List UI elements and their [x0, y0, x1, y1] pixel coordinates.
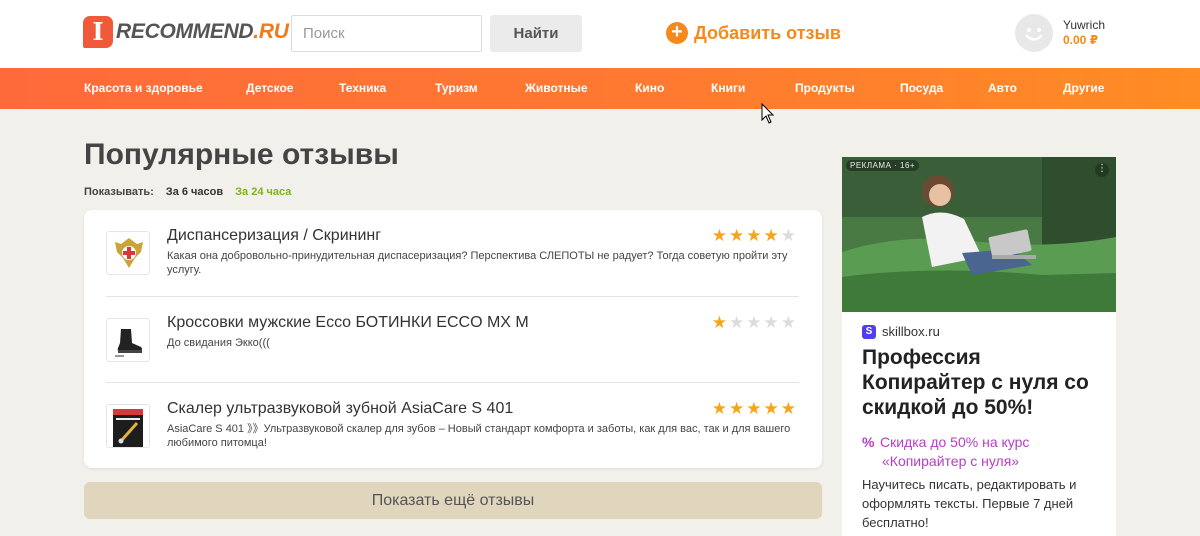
nav-item-dishes[interactable]: Посуда [900, 81, 943, 95]
boot-icon [106, 318, 150, 362]
logo-text: RECOMMEND.RU [116, 20, 289, 44]
user-balance: 0.00 ₽ [1063, 33, 1099, 47]
star-empty-icon: ★ [780, 226, 796, 245]
percent-icon: % [862, 434, 875, 450]
nav-item-beauty[interactable]: Красота и здоровье [84, 81, 203, 95]
star-empty-icon: ★ [729, 313, 745, 332]
star-filled-icon: ★ [763, 226, 779, 245]
review-item[interactable]: Скалер ультразвуковой зубной AsiaCare S … [106, 382, 799, 468]
period-filter: Показывать: За 6 часов За 24 часа [84, 186, 291, 198]
rating-stars: ★ ★ ★ ★ ★ [712, 314, 796, 331]
ad-banner[interactable]: РЕКЛАМА · 16+ ⋮ S skillbox.ru Профессия … [842, 157, 1116, 536]
star-filled-icon: ★ [746, 399, 762, 418]
star-filled-icon: ★ [729, 226, 745, 245]
ad-headline[interactable]: Профессия Копирайтер с нуля со скидкой д… [862, 345, 1102, 420]
ad-promo-line1: Скидка до 50% на курс [880, 434, 1030, 450]
nav-item-animals[interactable]: Животные [525, 81, 588, 95]
nav-item-auto[interactable]: Авто [988, 81, 1017, 95]
mouse-cursor-icon [761, 103, 775, 124]
nav-item-books[interactable]: Книги [711, 81, 745, 95]
site-header: I RECOMMEND.RU Найти + Добавить отзыв Yu… [0, 0, 1200, 68]
star-empty-icon: ★ [780, 313, 796, 332]
star-empty-icon: ★ [746, 313, 762, 332]
star-filled-icon: ★ [711, 313, 727, 332]
scaler-box-icon [106, 404, 150, 448]
nav-item-other[interactable]: Другие [1063, 81, 1104, 95]
ad-brand-name: skillbox.ru [882, 324, 940, 339]
ad-promo[interactable]: % Скидка до 50% на курс «Копирайтер с нул… [862, 433, 1107, 471]
coat-of-arms-icon [106, 231, 150, 275]
filter-6h[interactable]: За 6 часов [166, 186, 223, 198]
ad-promo-line2: «Копирайтер с нуля» [882, 453, 1020, 469]
star-filled-icon: ★ [711, 399, 727, 418]
skillbox-icon: S [862, 324, 876, 339]
filter-24h[interactable]: За 24 часа [235, 186, 291, 198]
star-filled-icon: ★ [711, 226, 727, 245]
star-empty-icon: ★ [763, 313, 779, 332]
nav-item-tech[interactable]: Техника [339, 81, 386, 95]
star-filled-icon: ★ [729, 399, 745, 418]
search-button[interactable]: Найти [490, 15, 582, 52]
show-more-reviews-button[interactable]: Показать ещё отзывы [84, 482, 822, 519]
star-filled-icon: ★ [780, 399, 796, 418]
ad-description: Научитесь писать, редактировать и оформл… [862, 477, 1077, 530]
rating-stars: ★ ★ ★ ★ ★ [712, 227, 796, 244]
review-title[interactable]: Диспансеризация / Скрининг [167, 227, 381, 245]
plus-icon: + [666, 22, 688, 44]
logo-text-suffix: .RU [253, 20, 289, 43]
avatar[interactable] [1015, 14, 1053, 52]
nav-item-tourism[interactable]: Туризм [435, 81, 478, 95]
star-filled-icon: ★ [746, 226, 762, 245]
nav-item-food[interactable]: Продукты [795, 81, 855, 95]
nav-item-cinema[interactable]: Кино [635, 81, 664, 95]
reviews-list: Диспансеризация / Скрининг Какая она доб… [84, 210, 822, 468]
star-filled-icon: ★ [763, 399, 779, 418]
ad-label: РЕКЛАМА · 16+ [846, 160, 920, 171]
ad-photo: РЕКЛАМА · 16+ ⋮ [842, 157, 1116, 312]
site-logo[interactable]: I RECOMMEND.RU [83, 16, 289, 48]
review-item[interactable]: Диспансеризация / Скрининг Какая она доб… [106, 210, 799, 296]
add-review-label: Добавить отзыв [694, 22, 841, 43]
review-snippet: До свидания Экко((( [167, 337, 270, 349]
smiley-icon [1025, 28, 1043, 41]
filter-label: Показывать: [84, 186, 154, 198]
review-snippet: Какая она добровольно-принудительная дис… [167, 250, 788, 276]
review-snippet: AsiaCare S 401 》》Ультразвуковой скалер д… [167, 423, 791, 449]
rating-stars: ★ ★ ★ ★ ★ [712, 400, 796, 417]
review-item[interactable]: Кроссовки мужские Ecco БОТИНКИ ECCO MX M… [106, 296, 799, 382]
page-title: Популярные отзывы [84, 138, 399, 171]
review-title[interactable]: Кроссовки мужские Ecco БОТИНКИ ECCO MX M [167, 314, 529, 332]
review-title[interactable]: Скалер ультразвуковой зубной AsiaCare S … [167, 400, 513, 418]
user-name[interactable]: Yuwrich [1063, 18, 1105, 32]
logo-text-main: RECOMMEND [116, 20, 254, 43]
ad-brand[interactable]: S skillbox.ru [862, 324, 940, 339]
nav-item-kids[interactable]: Детское [246, 81, 293, 95]
category-nav: Красота и здоровье Детское Техника Туриз… [0, 68, 1200, 109]
more-options-icon[interactable]: ⋮ [1095, 163, 1109, 177]
search-input[interactable] [291, 15, 482, 52]
logo-badge: I [83, 16, 113, 48]
add-review-link[interactable]: + Добавить отзыв [666, 22, 841, 44]
